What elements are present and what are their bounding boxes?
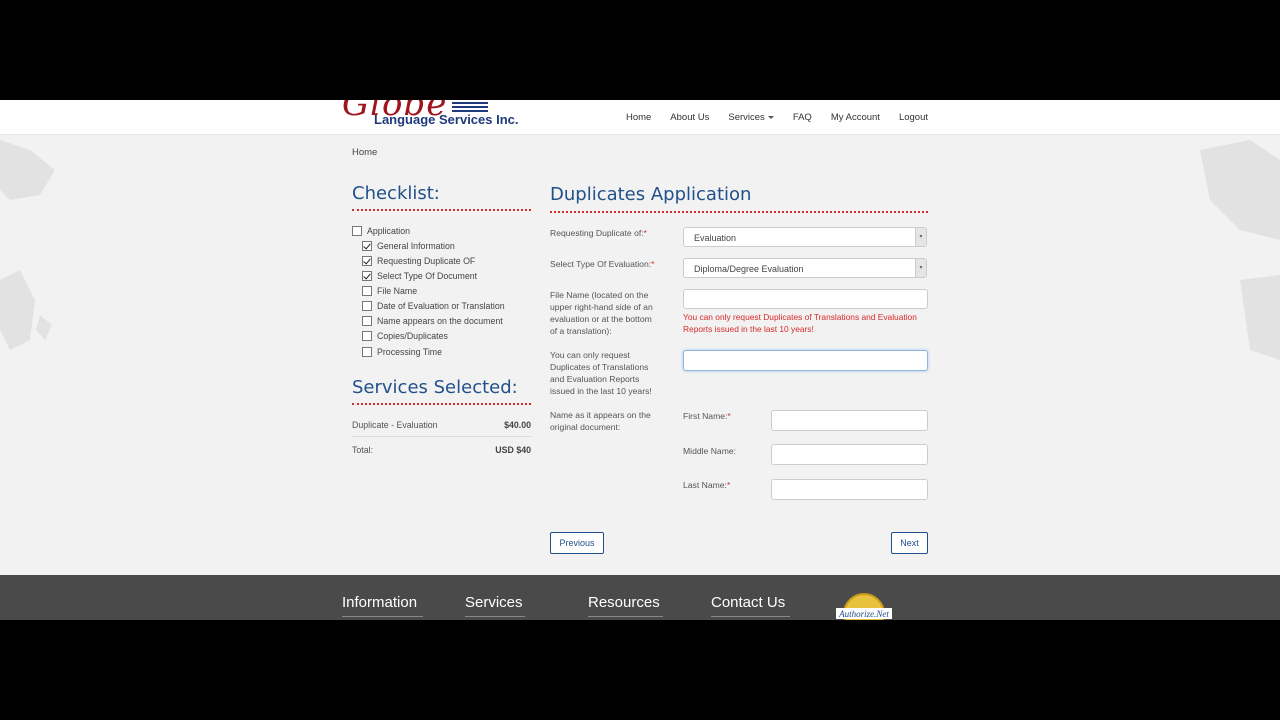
checkbox-checked-icon xyxy=(362,271,372,281)
checklist-item: File Name xyxy=(362,286,417,296)
checkbox-icon xyxy=(362,316,372,326)
evaluation-type-select[interactable]: Diploma/Degree Evaluation ▾ xyxy=(683,258,927,278)
checklist-item-label: Date of Evaluation or Translation xyxy=(377,301,505,311)
footer-heading-underline xyxy=(588,616,663,617)
checkbox-icon xyxy=(362,347,372,357)
select-arrow-icon: ▾ xyxy=(915,259,926,277)
nav-about-us[interactable]: About Us xyxy=(670,112,709,123)
caret-down-icon xyxy=(767,115,774,119)
footer-heading-information: Information xyxy=(342,594,418,611)
browser-viewport: Globe Language Services Inc. Home About … xyxy=(0,100,1280,620)
checkbox-checked-icon xyxy=(362,256,372,266)
logo-lines-icon xyxy=(452,100,488,112)
requesting-duplicate-select[interactable]: Evaluation ▾ xyxy=(683,227,927,247)
authorize-net-badge[interactable]: Authorize.Net xyxy=(836,592,892,620)
total-amount: USD $40 xyxy=(495,445,531,455)
document-name-label: Name as it appears on the original docum… xyxy=(550,410,651,432)
requesting-duplicate-value: Evaluation xyxy=(694,233,737,243)
checklist-item-label: General Information xyxy=(377,241,455,251)
checklist-item: Date of Evaluation or Translation xyxy=(362,301,505,311)
evaluation-type-label: Select Type Of Evaluation:* xyxy=(550,258,654,270)
service-amount: $40.00 xyxy=(504,420,531,430)
footer-heading-underline xyxy=(465,616,525,617)
last-name-label: Last Name:* xyxy=(683,479,730,491)
evaluation-type-text: Select Type Of Evaluation: xyxy=(550,259,652,269)
footer-heading-resources: Resources xyxy=(588,594,660,611)
required-marker: * xyxy=(727,411,731,421)
total-label: Total: xyxy=(352,445,374,455)
checkbox-icon xyxy=(352,226,362,236)
services-total: Total: USD $40 xyxy=(352,445,531,455)
authorize-net-seal-icon: Authorize.Net xyxy=(836,593,892,620)
service-name: Duplicate - Evaluation xyxy=(352,420,438,430)
site-footer: Information Services Resources Contact U… xyxy=(0,575,1280,620)
required-marker: * xyxy=(643,228,647,238)
middle-name-input[interactable] xyxy=(771,444,928,465)
checkbox-checked-icon xyxy=(362,241,372,251)
checklist-item: Select Type Of Document xyxy=(362,271,477,281)
checklist-divider xyxy=(352,209,531,211)
nav-services-label: Services xyxy=(728,112,765,123)
checklist-title: Checklist: xyxy=(352,183,440,204)
checklist-item: Requesting Duplicate OF xyxy=(362,256,475,266)
checkbox-icon xyxy=(362,301,372,311)
checklist-item-label: Processing Time xyxy=(377,347,443,357)
checklist-item-label: Name appears on the document xyxy=(377,316,503,326)
middle-name-label: Middle Name: xyxy=(683,446,737,456)
nav-services[interactable]: Services xyxy=(728,112,774,123)
first-name-text: First Name: xyxy=(683,411,728,421)
date-input[interactable] xyxy=(683,350,928,371)
breadcrumb[interactable]: Home xyxy=(352,147,377,158)
nav-faq[interactable]: FAQ xyxy=(793,112,812,123)
checklist-item: Copies/Duplicates xyxy=(362,331,448,341)
checklist-item: General Information xyxy=(362,241,455,251)
checklist-item-label: Copies/Duplicates xyxy=(377,331,448,341)
next-button[interactable]: Next xyxy=(891,532,928,554)
nav-my-account[interactable]: My Account xyxy=(831,112,880,123)
services-selected-title: Services Selected: xyxy=(352,377,518,398)
first-name-label: First Name:* xyxy=(683,410,731,422)
checklist-item-label: Application xyxy=(367,226,411,236)
footer-heading-underline xyxy=(342,616,423,617)
evaluation-type-value: Diploma/Degree Evaluation xyxy=(694,264,804,274)
footer-heading-services: Services xyxy=(465,594,523,611)
site-header: Globe Language Services Inc. Home About … xyxy=(0,100,1280,135)
file-name-input[interactable] xyxy=(683,289,928,309)
footer-heading-underline xyxy=(711,616,790,617)
required-marker: * xyxy=(726,480,731,490)
select-arrow-icon: ▾ xyxy=(915,228,926,246)
checklist-item-label: Select Type Of Document xyxy=(377,271,478,281)
checklist-item: Application xyxy=(352,226,410,236)
nav-logout[interactable]: Logout xyxy=(899,112,928,123)
footer-heading-contact-us: Contact Us xyxy=(711,594,786,611)
form-title: Duplicates Application xyxy=(550,184,752,205)
last-name-text: Last Name: xyxy=(683,480,727,490)
requesting-duplicate-label: Requesting Duplicate of:* xyxy=(550,227,647,239)
checkbox-icon xyxy=(362,286,372,296)
file-name-label: File Name (located on the upper right-ha… xyxy=(550,290,653,336)
date-notice-label: You can only request Duplicates of Trans… xyxy=(550,350,652,396)
services-divider xyxy=(352,403,531,405)
previous-button[interactable]: Previous xyxy=(550,532,604,554)
requesting-duplicate-text: Requesting Duplicate of: xyxy=(550,228,644,238)
logo-subtitle[interactable]: Language Services Inc. xyxy=(374,112,519,127)
authorize-net-text: Authorize.Net xyxy=(838,609,889,619)
last-name-input[interactable] xyxy=(771,479,928,500)
service-line-item: Duplicate - Evaluation $40.00 xyxy=(352,420,531,430)
checklist-item: Processing Time xyxy=(362,347,442,357)
services-row-divider xyxy=(352,436,531,437)
first-name-input[interactable] xyxy=(771,410,928,431)
checklist-item: Name appears on the document xyxy=(362,316,503,326)
file-name-error: You can only request Duplicates of Trans… xyxy=(683,312,917,334)
form-title-divider xyxy=(550,211,928,213)
main-nav: Home About Us Services FAQ My Account Lo… xyxy=(607,112,928,123)
checklist-item-label: File Name xyxy=(377,286,418,296)
checkbox-icon xyxy=(362,331,372,341)
nav-home[interactable]: Home xyxy=(626,112,651,123)
checklist-item-label: Requesting Duplicate OF xyxy=(377,256,476,266)
required-marker: * xyxy=(651,259,655,269)
